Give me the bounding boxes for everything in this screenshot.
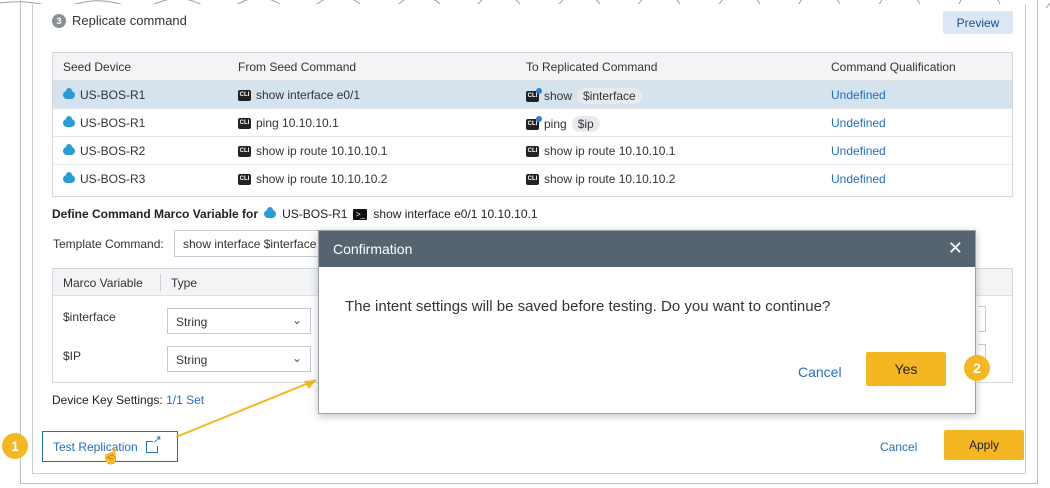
- callout-badge-2: 2: [964, 355, 990, 381]
- dialog-title: Confirmation: [333, 241, 413, 257]
- callout-badge-1: 1: [2, 433, 28, 459]
- dialog-cancel-button[interactable]: Cancel: [798, 364, 842, 380]
- close-icon[interactable]: ✕: [948, 238, 963, 259]
- dialog-yes-button[interactable]: Yes: [866, 352, 946, 386]
- dialog-header: Confirmation ✕: [319, 231, 975, 267]
- confirmation-dialog: Confirmation ✕ The intent settings will …: [318, 230, 976, 414]
- dialog-message: The intent settings will be saved before…: [345, 298, 831, 315]
